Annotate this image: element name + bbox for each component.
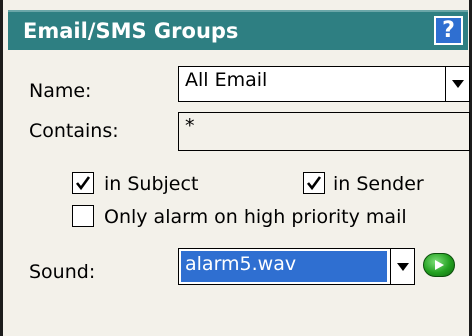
help-button[interactable]: ?: [434, 16, 463, 45]
help-icon: ?: [442, 18, 455, 43]
high-priority-label: Only alarm on high priority mail: [104, 206, 407, 228]
in-subject-checkbox[interactable]: [72, 172, 94, 194]
title-bar: Email/SMS Groups ?: [8, 10, 468, 50]
sound-label: Sound:: [29, 261, 96, 283]
name-dropdown[interactable]: All Email: [178, 66, 470, 102]
dialog-title: Email/SMS Groups: [23, 19, 239, 43]
contains-input[interactable]: *: [178, 112, 470, 151]
play-icon: [435, 260, 444, 270]
sound-dropdown[interactable]: alarm5.wav: [178, 248, 415, 285]
name-dropdown-value: All Email: [185, 69, 268, 91]
contains-label: Contains:: [29, 120, 119, 142]
sound-selection-highlight: alarm5.wav: [181, 251, 387, 282]
name-label: Name:: [29, 80, 92, 102]
check-icon: [306, 176, 322, 191]
in-sender-checkbox[interactable]: [303, 172, 325, 194]
in-sender-label: in Sender: [333, 173, 424, 195]
check-icon: [75, 176, 91, 191]
play-sound-button[interactable]: [423, 253, 455, 277]
in-subject-label: in Subject: [104, 173, 199, 195]
high-priority-checkbox[interactable]: [72, 205, 94, 227]
chevron-down-icon: [397, 262, 409, 271]
email-sms-groups-dialog: Email/SMS Groups ? Name: All Email Conta…: [0, 0, 472, 336]
sound-dropdown-value: alarm5.wav: [185, 253, 297, 275]
contains-input-value: *: [185, 115, 195, 137]
window-edge-left: [0, 0, 3, 336]
chevron-down-icon: [452, 80, 464, 88]
name-dropdown-arrow[interactable]: [445, 67, 469, 101]
sound-dropdown-arrow[interactable]: [390, 249, 414, 284]
